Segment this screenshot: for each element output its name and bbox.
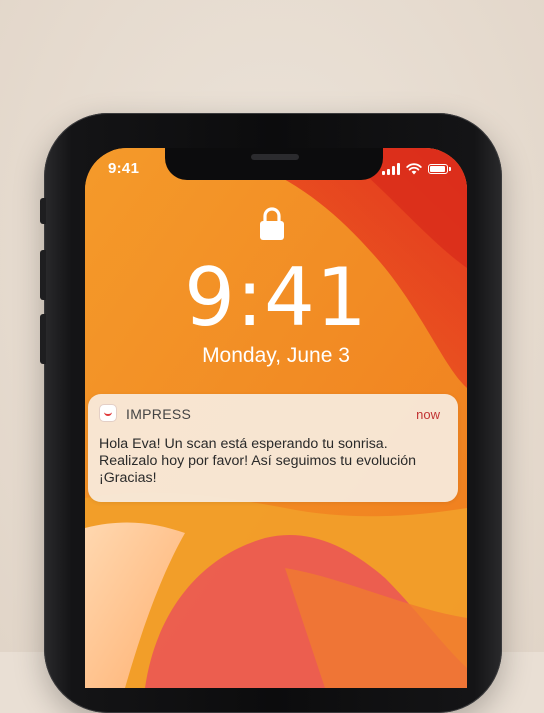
cellular-signal-icon (382, 163, 400, 175)
impress-smile-icon (99, 404, 117, 422)
mute-switch (40, 198, 46, 224)
lock-icon (260, 207, 284, 240)
volume-down-button (40, 314, 46, 364)
notification-line: Realizalo hoy por favor! Así seguimos tu… (99, 453, 417, 469)
wifi-icon (406, 163, 422, 175)
status-bar-time: 9:41 (108, 160, 140, 177)
status-bar-icons (382, 162, 451, 176)
volume-up-button (40, 250, 46, 300)
earpiece-speaker (251, 154, 299, 160)
notification-app-name: IMPRESS (126, 406, 192, 422)
notification-card[interactable]: IMPRESS now Hola Eva! Un scan está esper… (88, 394, 458, 502)
battery-icon (428, 164, 451, 174)
lock-screen-clock: 9:41 (184, 251, 368, 344)
notification-line: ¡Gracias! (99, 470, 157, 486)
notification-time: now (416, 407, 440, 422)
lock-screen-date: Monday, June 3 (202, 344, 350, 367)
notification-line: Hola Eva! Un scan está esperando tu sonr… (99, 436, 388, 452)
notification-message: Hola Eva! Un scan está esperando tu sonr… (99, 436, 451, 487)
camera-notch (165, 148, 383, 180)
